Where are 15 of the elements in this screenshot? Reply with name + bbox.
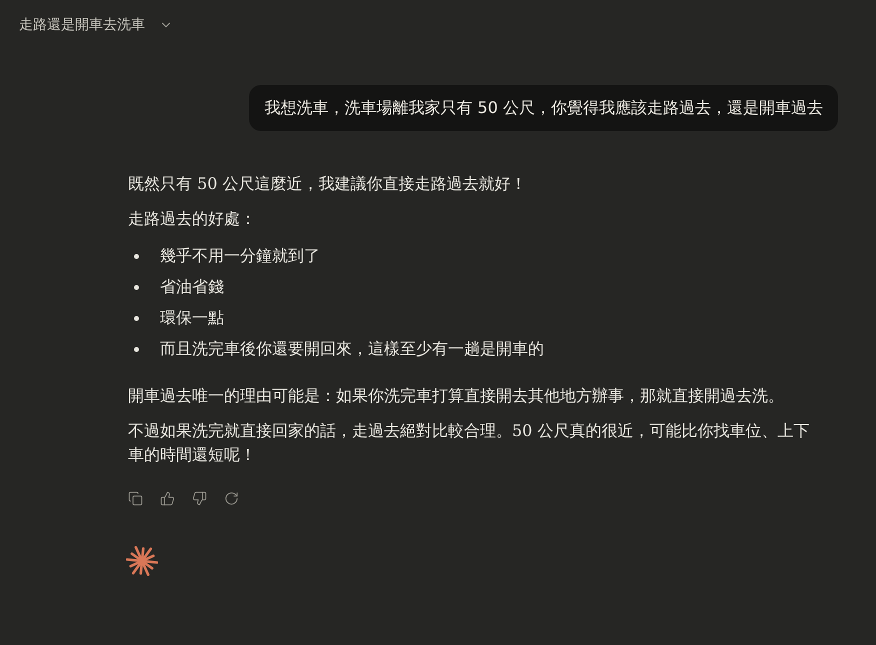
bullet-icon bbox=[134, 346, 139, 352]
user-message-bubble: 我想洗車，洗車場離我家只有 50 公尺，你覺得我應該走路過去，還是開車過去 bbox=[249, 85, 838, 131]
spark-logo-icon bbox=[126, 545, 158, 577]
list-item-text: 省油省錢 bbox=[160, 276, 224, 298]
response-paragraph: 不過如果洗完就直接回家的話，走過去絕對比較合理。50 公尺真的很近，可能比你找車位、上下車的時間還短呢！ bbox=[128, 420, 810, 466]
list-item-text: 而且洗完車後你還要開回來，這樣至少有一趟是開車的 bbox=[160, 338, 544, 360]
conversation-title: 走路還是開車去洗車 bbox=[19, 16, 145, 34]
response-paragraph: 走路過去的好處： bbox=[128, 208, 257, 230]
list-item-text: 幾乎不用一分鐘就到了 bbox=[160, 245, 320, 267]
bullet-icon bbox=[134, 254, 139, 258]
response-paragraph: 開車過去唯一的理由可能是：如果你洗完車打算直接開去其他地方辦事，那就直接開過去洗。 bbox=[128, 385, 785, 407]
bullet-icon bbox=[134, 284, 139, 290]
response-paragraph: 既然只有 50 公尺這麼近，我建議你直接走路過去就好！ bbox=[128, 173, 528, 195]
list-item-text: 環保一點 bbox=[160, 307, 224, 329]
bullet-icon bbox=[134, 316, 139, 320]
